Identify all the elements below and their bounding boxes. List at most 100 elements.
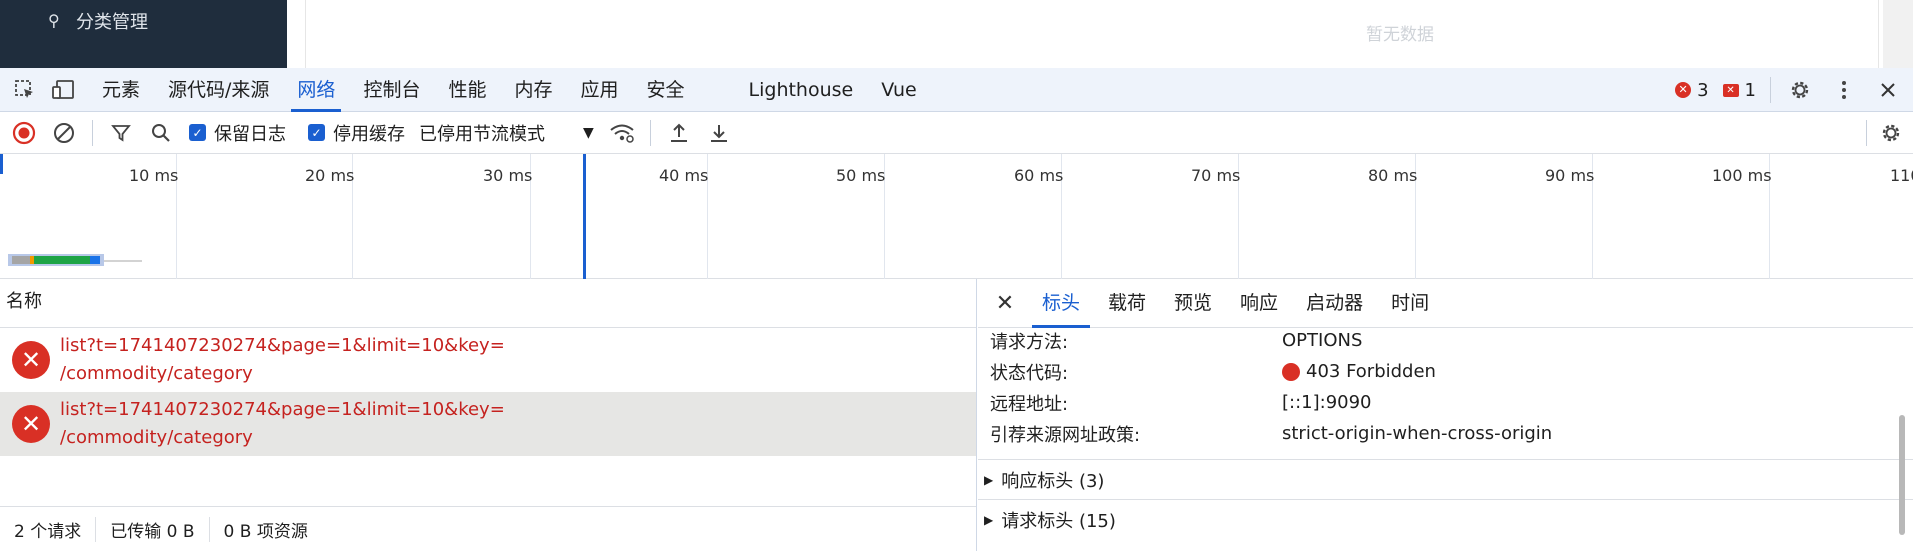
tab-sources[interactable]: 源代码/来源 bbox=[154, 68, 283, 112]
request-row-selected[interactable]: ✕ list?t=1741407230274&page=1&limit=10&k… bbox=[0, 392, 976, 456]
triangle-right-icon: ▶ bbox=[984, 512, 994, 527]
filter-icon[interactable] bbox=[101, 113, 141, 153]
network-toolbar: ✓ 保留日志 ✓ 停用缓存 已停用节流模式 ▼ bbox=[0, 112, 1913, 154]
referrer-policy-label: 引荐来源网址政策: bbox=[990, 424, 1141, 446]
timeline-tick-label: 100 ms bbox=[1712, 166, 1772, 185]
disable-cache-label: 停用缓存 bbox=[333, 123, 405, 145]
error-icon: ✕ bbox=[1675, 82, 1692, 98]
divider bbox=[1770, 77, 1771, 103]
network-conditions-icon[interactable] bbox=[602, 113, 642, 153]
status-code-value-wrap: 403 Forbidden bbox=[1282, 361, 1436, 382]
tab-performance[interactable]: 性能 bbox=[434, 68, 500, 112]
tab-memory[interactable]: 内存 bbox=[500, 68, 566, 112]
status-code-value: 403 Forbidden bbox=[1306, 361, 1436, 382]
more-options-icon[interactable] bbox=[1829, 75, 1859, 105]
waterfall-bar-queueing bbox=[12, 256, 30, 264]
checkbox-checked-icon: ✓ bbox=[189, 124, 206, 141]
request-headers-toggle[interactable]: ▶ 请求标头 (15) bbox=[978, 499, 1913, 539]
waterfall-bar-download bbox=[90, 256, 100, 264]
divider bbox=[92, 119, 93, 146]
settings-gear-icon[interactable] bbox=[1785, 75, 1815, 105]
timeline-tick-label: 90 ms bbox=[1545, 166, 1595, 185]
details-scrollbar[interactable] bbox=[1897, 331, 1907, 546]
tab-application[interactable]: 应用 bbox=[566, 68, 632, 112]
issue-count: 1 bbox=[1744, 79, 1756, 101]
transferred-size: 已传输 0 B bbox=[96, 516, 210, 542]
request-path-line: /commodity/category bbox=[60, 427, 253, 448]
timeline-cursor[interactable] bbox=[583, 154, 586, 279]
tabbar-right-actions: ✕ 3 ✕ 1 bbox=[1675, 68, 1913, 112]
network-settings-gear-icon[interactable] bbox=[1871, 113, 1911, 153]
tab-preview[interactable]: 预览 bbox=[1160, 279, 1226, 328]
tab-vue[interactable]: Vue bbox=[867, 68, 930, 112]
error-counter[interactable]: ✕ 3 bbox=[1675, 79, 1709, 101]
request-list: 名称 ✕ list?t=1741407230274&page=1&limit=1… bbox=[0, 279, 977, 551]
general-section: 请求方法: OPTIONS 状态代码: 403 Forbidden 远程地址: … bbox=[978, 325, 1913, 449]
disable-cache-checkbox[interactable]: ✓ 停用缓存 bbox=[308, 120, 405, 146]
tab-console[interactable]: 控制台 bbox=[349, 68, 434, 112]
remote-address-row: 远程地址: [::1]:9090 bbox=[978, 387, 1913, 418]
request-row[interactable]: ✕ list?t=1741407230274&page=1&limit=10&k… bbox=[0, 328, 976, 392]
referrer-policy-row: 引荐来源网址政策: strict-origin-when-cross-origi… bbox=[978, 418, 1913, 449]
timeline-tick-label: 70 ms bbox=[1191, 166, 1241, 185]
timeline-tick-label: 30 ms bbox=[483, 166, 533, 185]
details-tabbar: ✕ 标头 载荷 预览 响应 启动器 时间 bbox=[978, 279, 1913, 328]
export-har-icon[interactable] bbox=[699, 113, 739, 153]
category-icon: ⚲ bbox=[48, 11, 60, 30]
request-name-line: list?t=1741407230274&page=1&limit=10&key… bbox=[60, 335, 505, 356]
timeline-tick-label: 10 ms bbox=[129, 166, 179, 185]
divider bbox=[1866, 120, 1867, 146]
timeline-tick-label: 50 ms bbox=[836, 166, 886, 185]
timeline-tick-label: 110 bbox=[1890, 166, 1913, 185]
close-details-icon[interactable]: ✕ bbox=[988, 286, 1022, 320]
inspect-element-icon[interactable] bbox=[10, 75, 40, 105]
app-scrollbar[interactable] bbox=[1883, 0, 1913, 68]
remote-address-label: 远程地址: bbox=[990, 393, 1069, 415]
clear-icon[interactable] bbox=[44, 113, 84, 153]
status-code-label: 状态代码: bbox=[990, 362, 1069, 384]
preserve-log-label: 保留日志 bbox=[214, 123, 286, 145]
issue-counter[interactable]: ✕ 1 bbox=[1722, 79, 1756, 101]
app-content-strip: ⚲ 分类管理 暂无数据 bbox=[0, 0, 1913, 68]
request-count: 2 个请求 bbox=[0, 516, 97, 542]
timeline-tick-label: 80 ms bbox=[1368, 166, 1418, 185]
request-name-line: list?t=1741407230274&page=1&limit=10&key… bbox=[60, 399, 505, 420]
status-code-row: 状态代码: 403 Forbidden bbox=[978, 356, 1913, 387]
checkbox-checked-icon: ✓ bbox=[308, 124, 325, 141]
tab-timing[interactable]: 时间 bbox=[1377, 279, 1443, 328]
preserve-log-checkbox[interactable]: ✓ 保留日志 bbox=[189, 120, 286, 146]
close-devtools-icon[interactable] bbox=[1873, 75, 1903, 105]
stop-recording-icon[interactable] bbox=[4, 113, 44, 153]
divider bbox=[649, 119, 651, 146]
tab-lighthouse[interactable]: Lighthouse bbox=[735, 68, 868, 112]
network-timeline-overview[interactable]: 10 ms 20 ms 30 ms 40 ms 50 ms 60 ms 70 m… bbox=[0, 154, 1913, 279]
tab-security[interactable]: 安全 bbox=[633, 68, 699, 112]
column-header-name[interactable]: 名称 bbox=[0, 279, 976, 328]
app-main-panel: 暂无数据 bbox=[305, 0, 1879, 68]
timeline-tick-label: 20 ms bbox=[305, 166, 355, 185]
issue-icon: ✕ bbox=[1722, 83, 1739, 97]
sidebar-item-label: 分类管理 bbox=[76, 12, 148, 33]
network-status-bar: 2 个请求 已传输 0 B 0 B 项资源 bbox=[0, 506, 976, 551]
tab-payload[interactable]: 载荷 bbox=[1094, 279, 1160, 328]
tab-headers[interactable]: 标头 bbox=[1028, 279, 1094, 328]
scrollbar-thumb[interactable] bbox=[1899, 415, 1905, 535]
error-count: 3 bbox=[1697, 79, 1709, 101]
resources-size: 0 B 项资源 bbox=[223, 521, 308, 542]
timeline-tick-label: 60 ms bbox=[1014, 166, 1064, 185]
response-headers-toggle[interactable]: ▶ 响应标头 (3) bbox=[978, 459, 1913, 499]
tab-response[interactable]: 响应 bbox=[1226, 279, 1292, 328]
request-name: list?t=1741407230274&page=1&limit=10&key… bbox=[60, 332, 505, 388]
app-sidebar: ⚲ 分类管理 bbox=[0, 0, 287, 68]
throttling-select[interactable]: 已停用节流模式 ▼ bbox=[419, 120, 594, 146]
waterfall-bar-waiting bbox=[34, 256, 90, 264]
import-har-icon[interactable] bbox=[659, 113, 699, 153]
request-method-label: 请求方法: bbox=[990, 331, 1069, 353]
tab-network[interactable]: 网络 bbox=[283, 68, 349, 112]
throttling-value: 已停用节流模式 bbox=[419, 123, 545, 145]
device-toolbar-icon[interactable] bbox=[48, 75, 78, 105]
sidebar-item-category[interactable]: ⚲ 分类管理 bbox=[48, 8, 148, 34]
tab-initiator[interactable]: 启动器 bbox=[1292, 279, 1377, 328]
search-icon[interactable] bbox=[141, 113, 181, 153]
tab-elements[interactable]: 元素 bbox=[88, 68, 154, 112]
